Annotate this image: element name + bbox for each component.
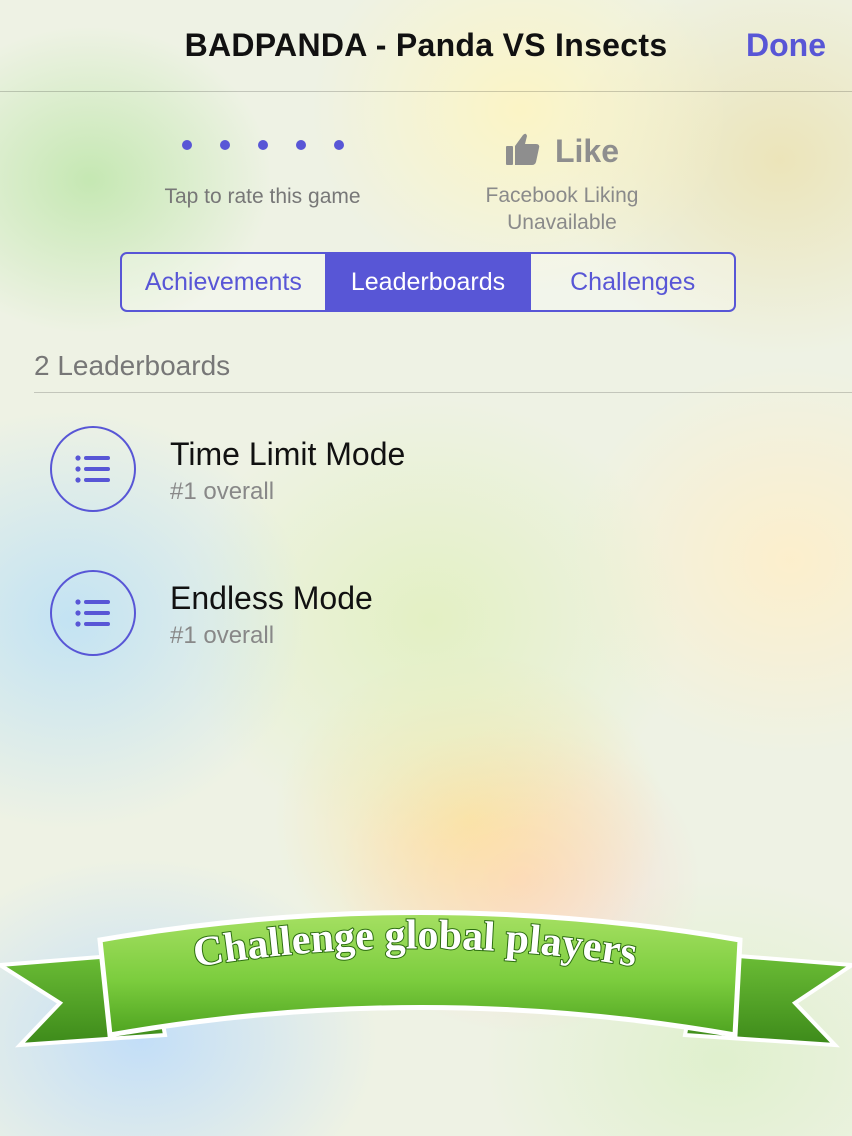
segmented-control: Achievements Leaderboards Challenges xyxy=(120,252,736,312)
tab-leaderboards[interactable]: Leaderboards xyxy=(324,254,530,310)
leaderboard-row-time-limit[interactable]: Time Limit Mode #1 overall xyxy=(0,415,852,525)
rating-dots[interactable] xyxy=(140,130,385,160)
done-button[interactable]: Done xyxy=(746,27,826,64)
like-label: Like xyxy=(554,132,620,169)
rating-dot-1[interactable] xyxy=(181,140,192,150)
facebook-status: Facebook Liking Unavailable xyxy=(462,182,662,236)
facebook-status-line1: Facebook Liking xyxy=(485,184,639,207)
leaderboard-list-icon xyxy=(50,570,136,656)
leaderboard-title: Endless Mode xyxy=(170,580,373,616)
leaderboard-title: Time Limit Mode xyxy=(170,436,406,472)
leaderboard-rank: #1 overall xyxy=(170,622,275,649)
rating-control[interactable]: Tap to rate this game xyxy=(140,130,385,209)
promo-ribbon-banner: Challenge global players xyxy=(0,895,852,1075)
tab-challenges[interactable]: Challenges xyxy=(529,254,734,310)
navigation-bar: BADPANDA - Panda VS Insects Done xyxy=(0,0,852,92)
rating-dot-4[interactable] xyxy=(295,140,306,150)
leaderboard-rank: #1 overall xyxy=(170,478,275,505)
rating-dot-5[interactable] xyxy=(333,140,344,150)
section-header: 2 Leaderboards xyxy=(34,350,231,381)
rating-dot-3[interactable] xyxy=(257,140,268,150)
thumbs-up-icon xyxy=(505,132,541,171)
rating-label: Tap to rate this game xyxy=(164,185,361,208)
leaderboard-row-endless[interactable]: Endless Mode #1 overall xyxy=(0,559,852,669)
section-divider xyxy=(34,392,852,393)
rating-dot-2[interactable] xyxy=(219,140,230,150)
page-title: BADPANDA - Panda VS Insects xyxy=(184,27,668,63)
facebook-like: Like Facebook Liking Unavailable xyxy=(462,128,662,236)
facebook-status-line2: Unavailable xyxy=(507,211,617,234)
tab-achievements[interactable]: Achievements xyxy=(122,254,325,310)
leaderboard-list-icon xyxy=(50,426,136,512)
